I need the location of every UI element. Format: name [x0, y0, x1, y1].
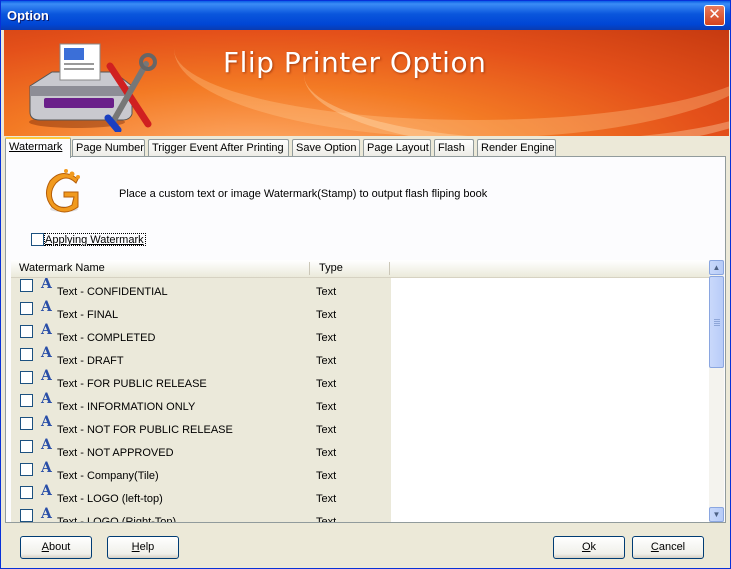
tab-trigger-event[interactable]: Trigger Event After Printing: [148, 139, 289, 157]
tab-save-option[interactable]: Save Option: [292, 139, 360, 157]
scroll-thumb[interactable]: [709, 276, 724, 368]
scroll-up-icon[interactable]: ▲: [709, 260, 724, 275]
tab-render-engine[interactable]: Render Engine: [477, 139, 556, 157]
list-item[interactable]: A Text - FINAL Text: [11, 299, 391, 325]
text-watermark-icon: A: [41, 460, 52, 476]
row-checkbox[interactable]: [20, 325, 33, 338]
watermark-type: Text: [316, 424, 337, 436]
watermark-name: Text - NOT FOR PUBLIC RELEASE: [57, 424, 233, 436]
list-item[interactable]: A Text - Company(Tile) Text: [11, 460, 391, 486]
watermark-name: Text - FOR PUBLIC RELEASE: [57, 378, 207, 390]
help-button[interactable]: Help: [107, 536, 179, 559]
vertical-scrollbar[interactable]: ▲ ▼: [709, 260, 724, 522]
watermark-type: Text: [316, 332, 337, 344]
watermark-name: Text - DRAFT: [57, 355, 124, 367]
list-item[interactable]: A Text - LOGO (Right-Top) Text: [11, 506, 391, 522]
row-checkbox[interactable]: [20, 417, 33, 430]
printer-tools-icon: [29, 43, 157, 132]
list-item[interactable]: A Text - NOT FOR PUBLIC RELEASE Text: [11, 414, 391, 440]
watermark-name: Text - LOGO (Right-Top): [57, 516, 177, 522]
text-watermark-icon: A: [41, 391, 52, 407]
row-checkbox[interactable]: [20, 348, 33, 361]
watermark-type: Text: [316, 493, 337, 505]
text-watermark-icon: A: [41, 483, 52, 499]
tab-watermark[interactable]: Watermark: [5, 137, 71, 158]
watermark-panel: Place a custom text or image Watermark(S…: [5, 156, 726, 523]
watermark-name: Text - NOT APPROVED: [57, 447, 174, 459]
tab-flash[interactable]: Flash: [434, 139, 474, 157]
text-watermark-icon: A: [41, 414, 52, 430]
row-checkbox[interactable]: [20, 440, 33, 453]
list-item[interactable]: A Text - NOT APPROVED Text: [11, 437, 391, 463]
watermark-description: Place a custom text or image Watermark(S…: [119, 188, 488, 200]
tab-page-number[interactable]: Page Number: [72, 139, 145, 157]
title-bar[interactable]: Option ✕: [1, 1, 730, 30]
row-checkbox[interactable]: [20, 302, 33, 315]
watermark-type: Text: [316, 309, 337, 321]
about-button[interactable]: About: [20, 536, 92, 559]
watermark-name: Text - FINAL: [57, 309, 119, 321]
text-watermark-icon: A: [41, 368, 52, 384]
option-dialog: Option ✕ Flip Printer Option Watermark P…: [0, 0, 731, 569]
row-checkbox[interactable]: [20, 279, 33, 292]
close-button[interactable]: ✕: [704, 5, 725, 26]
watermark-name: Text - LOGO (left-top): [57, 493, 163, 505]
text-watermark-icon: A: [41, 345, 52, 361]
watermark-type: Text: [316, 378, 337, 390]
watermark-type: Text: [316, 516, 337, 522]
watermark-name: Text - Company(Tile): [57, 470, 159, 482]
banner: Flip Printer Option: [4, 30, 729, 136]
text-watermark-icon: A: [41, 437, 52, 453]
row-checkbox[interactable]: [20, 509, 33, 522]
tab-page-layout[interactable]: Page Layout: [363, 139, 431, 157]
text-watermark-icon: A: [41, 278, 52, 292]
watermark-type: Text: [316, 286, 337, 298]
list-header: Watermark Name Type: [11, 260, 709, 278]
list-rows: A Text - CONFIDENTIAL Text A Text - FINAL Tex…: [11, 278, 391, 522]
column-type[interactable]: Type: [319, 260, 389, 277]
list-item[interactable]: A Text - LOGO (left-top) Text: [11, 483, 391, 509]
column-watermark-name[interactable]: Watermark Name: [19, 260, 309, 277]
cancel-button[interactable]: Cancel: [632, 536, 704, 559]
banner-title: Flip Printer Option: [223, 46, 487, 79]
text-watermark-icon: A: [41, 299, 52, 315]
watermark-type: Text: [316, 401, 337, 413]
watermark-name: Text - CONFIDENTIAL: [57, 286, 168, 298]
text-watermark-icon: A: [41, 506, 52, 522]
watermark-type: Text: [316, 470, 337, 482]
watermark-type: Text: [316, 355, 337, 367]
scroll-down-icon[interactable]: ▼: [709, 507, 724, 522]
applying-watermark-label[interactable]: Applying Watermark: [45, 234, 144, 246]
row-checkbox[interactable]: [20, 394, 33, 407]
row-checkbox[interactable]: [20, 486, 33, 499]
watermark-type: Text: [316, 447, 337, 459]
watermark-name: Text - COMPLETED: [57, 332, 156, 344]
text-watermark-icon: A: [41, 322, 52, 338]
ok-button[interactable]: Ok: [553, 536, 625, 559]
close-icon: ✕: [708, 6, 721, 23]
row-checkbox[interactable]: [20, 371, 33, 384]
list-item[interactable]: A Text - CONFIDENTIAL Text: [11, 278, 391, 302]
watermark-name: Text - INFORMATION ONLY: [57, 401, 196, 413]
watermark-logo-icon: [46, 169, 80, 213]
list-item[interactable]: A Text - DRAFT Text: [11, 345, 391, 371]
list-item[interactable]: A Text - FOR PUBLIC RELEASE Text: [11, 368, 391, 394]
watermark-list[interactable]: Watermark Name Type A Text - CONFIDENTIAL…: [11, 260, 724, 522]
applying-watermark-checkbox[interactable]: [31, 233, 44, 246]
row-checkbox[interactable]: [20, 463, 33, 476]
list-item[interactable]: A Text - COMPLETED Text: [11, 322, 391, 348]
window-title: Option: [7, 8, 49, 23]
list-item[interactable]: A Text - INFORMATION ONLY Text: [11, 391, 391, 417]
